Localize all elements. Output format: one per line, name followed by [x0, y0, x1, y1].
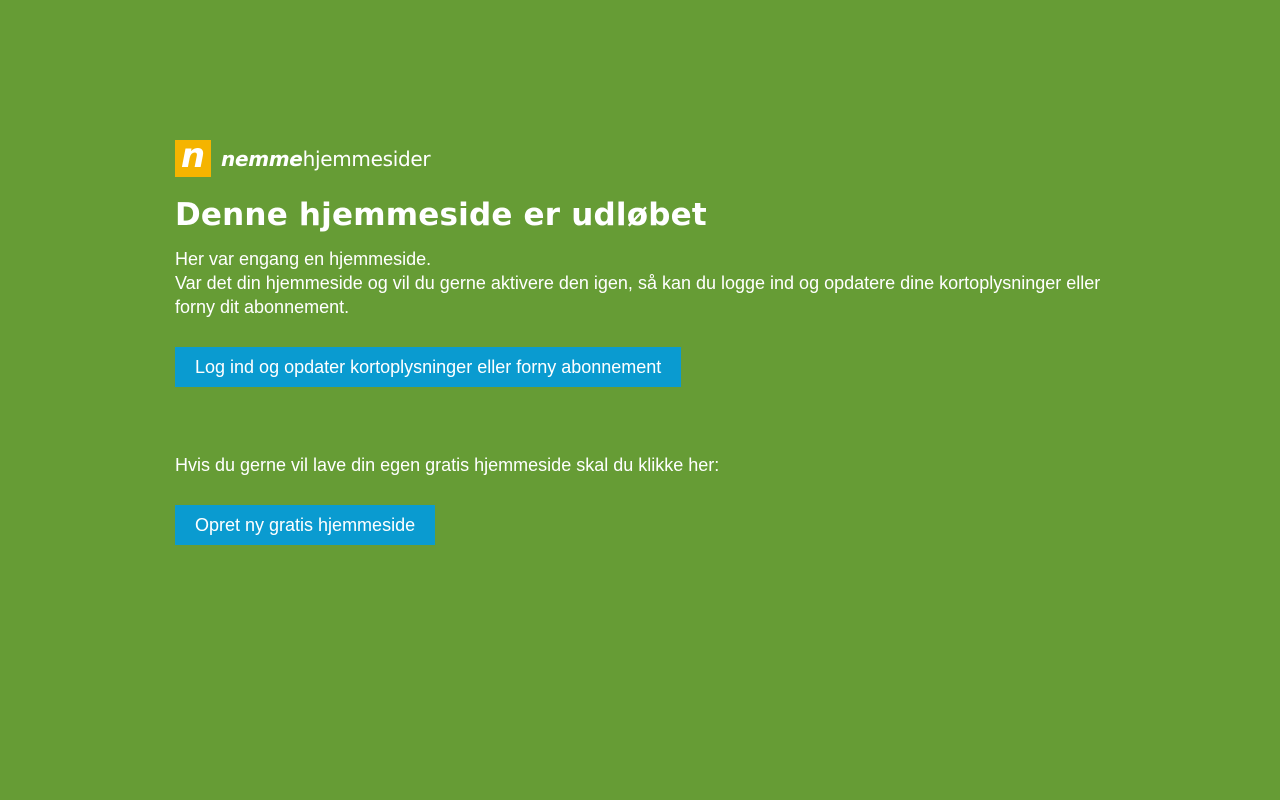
- create-free-site-button[interactable]: Opret ny gratis hjemmeside: [175, 505, 436, 545]
- main-content: n nemmehjemmesider Denne hjemmeside er u…: [175, 135, 1115, 545]
- logo-mark-icon: n: [175, 135, 211, 177]
- logo-wordmark: nemmehjemmesider: [221, 146, 431, 171]
- login-renew-button[interactable]: Log ind og opdater kortoplysninger eller…: [175, 347, 682, 387]
- logo-wordmark-strong: nemme: [221, 146, 303, 171]
- brand-logo[interactable]: n nemmehjemmesider: [175, 135, 1115, 177]
- logo-wordmark-light: hjemmesider: [302, 146, 431, 171]
- logo-mark-letter: n: [180, 135, 206, 176]
- intro-line-1: Her var engang en hjemmeside.: [175, 249, 432, 269]
- page-title: Denne hjemmeside er udløbet: [175, 197, 707, 233]
- intro-line-2: Var det din hjemmeside og vil du gerne a…: [175, 273, 1101, 317]
- create-site-prompt: Hvis du gerne vil lave din egen gratis h…: [175, 455, 720, 475]
- intro-text: Her var engang en hjemmeside. Var det di…: [175, 247, 1115, 319]
